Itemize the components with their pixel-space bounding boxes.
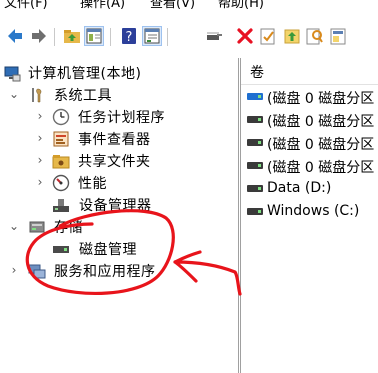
tree-item-label: 性能 <box>78 176 107 192</box>
show-hide-tree-icon[interactable] <box>84 26 104 46</box>
computer-management-icon <box>4 64 22 82</box>
tree-item-performance[interactable]: › 性能 <box>34 172 238 194</box>
tree-item-shared-folders[interactable]: › 共享文件夹 <box>34 150 238 172</box>
chevron-right-icon[interactable]: › <box>8 263 20 277</box>
export-list-icon[interactable] <box>328 26 348 46</box>
tree-item-system-tools[interactable]: ⌄ 系统工具 <box>8 84 238 106</box>
import-icon[interactable] <box>282 26 302 46</box>
search-icon[interactable] <box>305 26 325 46</box>
toolbar-separator <box>54 28 55 46</box>
drive-icon <box>247 116 263 123</box>
check-icon[interactable] <box>258 26 278 46</box>
tree-item-disk-management[interactable]: 磁盘管理 <box>52 238 238 260</box>
tree-item-label: 计算机管理(本地) <box>28 66 142 82</box>
volume-label: (磁盘 0 磁盘分区 <box>267 91 375 107</box>
clock-icon <box>52 108 70 126</box>
up-folder-icon[interactable] <box>62 26 82 46</box>
drive-icon <box>247 93 263 100</box>
tree-item-storage[interactable]: ⌄ 存储 <box>8 216 238 238</box>
tree-item-computer-management[interactable]: 计算机管理(本地) <box>4 62 238 84</box>
delete-icon[interactable] <box>235 26 255 46</box>
drive-icon <box>247 185 263 192</box>
navigation-tree[interactable]: 计算机管理(本地) ⌄ 系统工具 › 任务计划程序 › 事件查看器 › 共享文件… <box>0 58 239 373</box>
menu-bar: 文件(F) 操作(A) 查看(V) 帮助(H) <box>0 0 378 14</box>
menu-view[interactable]: 查看(V) <box>150 0 195 12</box>
volume-label: Data (D:) <box>267 180 332 196</box>
toolbar-separator <box>167 28 168 46</box>
back-arrow-icon[interactable] <box>5 26 25 46</box>
storage-icon <box>28 218 46 236</box>
connect-drive-icon[interactable] <box>204 26 224 46</box>
tree-item-services-apps[interactable]: › 服务和应用程序 <box>8 260 238 282</box>
drive-icon <box>247 162 263 169</box>
menu-help[interactable]: 帮助(H) <box>218 0 264 12</box>
forward-arrow-icon[interactable] <box>29 26 49 46</box>
volume-label: (磁盘 0 磁盘分区 <box>267 160 375 176</box>
svg-text:?: ? <box>126 30 133 45</box>
help-icon[interactable]: ? <box>119 26 139 46</box>
tree-item-label: 设备管理器 <box>79 198 152 214</box>
tree-item-label: 共享文件夹 <box>78 154 151 170</box>
tree-item-device-manager[interactable]: 设备管理器 <box>52 194 238 216</box>
tree-item-event-viewer[interactable]: › 事件查看器 <box>34 128 238 150</box>
services-apps-icon <box>28 262 46 280</box>
disk-management-icon <box>52 240 70 258</box>
chevron-right-icon[interactable]: › <box>34 175 46 189</box>
tree-item-label: 任务计划程序 <box>78 110 165 126</box>
volume-label: (磁盘 0 磁盘分区 <box>267 137 375 153</box>
chevron-right-icon[interactable]: › <box>34 153 46 167</box>
shared-folder-icon <box>52 152 70 170</box>
tree-item-label: 事件查看器 <box>78 132 151 148</box>
performance-gauge-icon <box>52 174 70 192</box>
menu-file[interactable]: 文件(F) <box>4 0 48 12</box>
menu-action[interactable]: 操作(A) <box>80 0 125 12</box>
tree-item-label: 系统工具 <box>54 88 112 104</box>
toolbar-separator <box>110 28 111 46</box>
volume-label: (磁盘 0 磁盘分区 <box>267 114 375 130</box>
volume-column-header[interactable]: 卷 <box>241 58 378 85</box>
system-tools-icon <box>28 86 46 104</box>
chevron-right-icon[interactable]: › <box>34 109 46 123</box>
volume-header-label: 卷 <box>250 65 264 81</box>
tree-item-task-scheduler[interactable]: › 任务计划程序 <box>34 106 238 128</box>
chevron-right-icon[interactable]: › <box>34 131 46 145</box>
drive-icon <box>247 208 263 215</box>
chevron-down-icon[interactable]: ⌄ <box>8 219 20 233</box>
tree-item-label: 磁盘管理 <box>79 242 137 258</box>
volume-list-pane[interactable]: 卷 (磁盘 0 磁盘分区 (磁盘 0 磁盘分区 (磁盘 0 磁盘分区 (磁盘 0 磁盘… <box>240 58 378 373</box>
event-viewer-icon <box>52 130 70 148</box>
tree-item-label: 存储 <box>54 220 83 236</box>
toolbar: ? <box>0 22 378 52</box>
volume-label: Windows (C:) <box>267 203 360 219</box>
drive-icon <box>247 139 263 146</box>
tree-item-label: 服务和应用程序 <box>54 264 156 280</box>
device-manager-icon <box>52 196 70 214</box>
chevron-down-icon[interactable]: ⌄ <box>8 87 20 101</box>
properties-view-icon[interactable] <box>142 26 162 46</box>
